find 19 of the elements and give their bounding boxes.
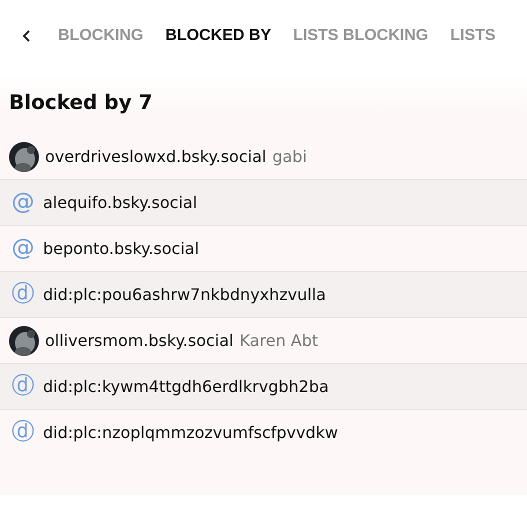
display-name: Karen Abt	[239, 331, 318, 350]
display-name: gabi	[272, 147, 307, 166]
account-handle: did:plc:kywm4ttgdh6erdlkrvgbh2ba	[43, 377, 329, 396]
tab[interactable]: LISTS BLOCKING	[293, 27, 428, 45]
tab[interactable]: LISTS	[450, 27, 496, 45]
account-handle: alequifo.bsky.social	[43, 193, 198, 212]
account-handle: did:plc:nzoplqmmzozvumfscfpvvdkw	[43, 423, 338, 442]
page-heading: Blocked by 7	[8, 89, 154, 116]
circled-d-icon: ⓓ	[9, 421, 37, 444]
tab[interactable]: BLOCKED BY	[165, 27, 272, 45]
at-sign-icon: @	[9, 191, 37, 214]
circled-d-icon: ⓓ	[9, 375, 37, 398]
account-handle: overdriveslowxd.bsky.social	[45, 147, 266, 166]
account-handle: olliversmom.bsky.social	[45, 331, 234, 350]
at-sign-icon: @	[9, 237, 37, 260]
account-handle: beponto.bsky.social	[43, 239, 200, 258]
tab[interactable]: BLOCKING	[58, 27, 144, 45]
account-handle: did:plc:pou6ashrw7nkbdnyxhzvulla	[43, 285, 326, 304]
circled-d-icon: ⓓ	[9, 283, 37, 306]
